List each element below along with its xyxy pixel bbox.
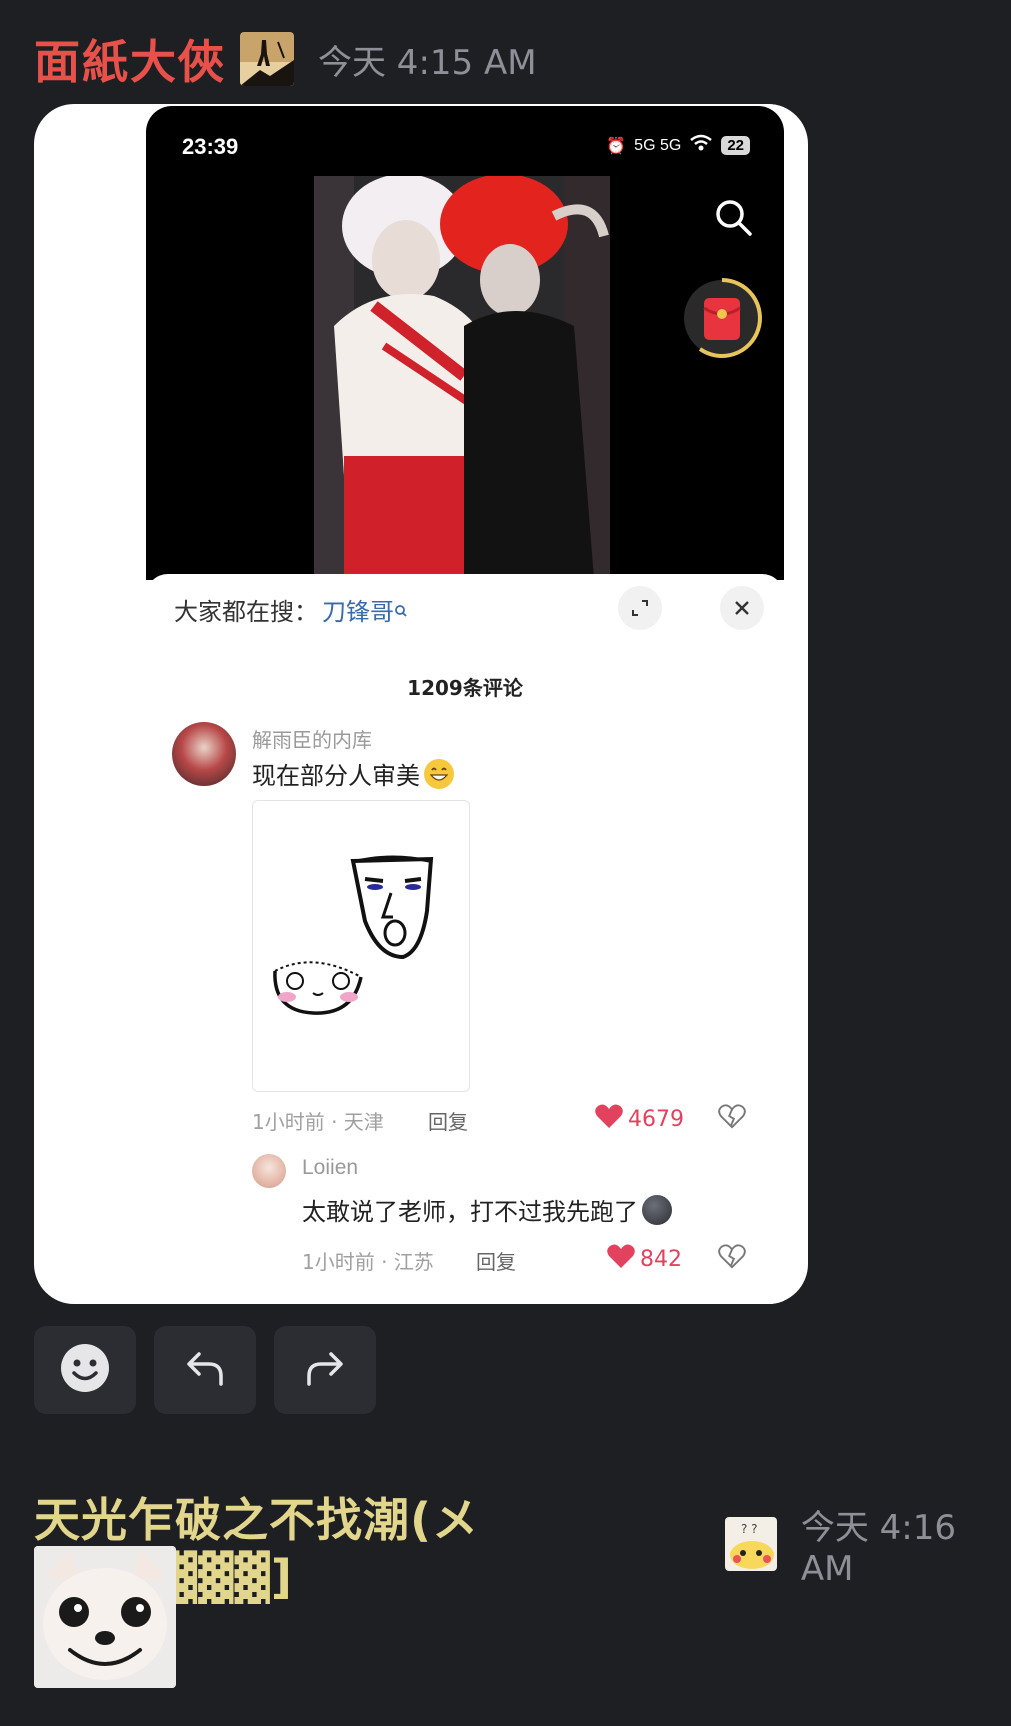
emoji-reaction-icon (59, 1342, 111, 1398)
red-packet-icon[interactable] (680, 276, 764, 360)
comment-image-meme[interactable] (252, 800, 470, 1092)
status-time: 23:39 (182, 134, 239, 159)
hot-search-term[interactable]: 刀锋哥 (322, 592, 394, 627)
hot-search-bar[interactable]: 大家都在搜： 刀锋哥 (174, 592, 408, 627)
svg-text:? ?: ? ? (741, 1522, 758, 1536)
dark-face-emoji-icon (642, 1194, 672, 1225)
alarm-icon: ⏰ (606, 137, 627, 155)
signal-icon: 5G 5G (634, 136, 682, 154)
search-icon[interactable] (712, 196, 756, 240)
like-count: 4679 (628, 1106, 684, 1132)
timestamp: 今天 4:15 AM (318, 42, 537, 83)
message-header-1: 面紙大俠 今天 4:15 AM (34, 26, 537, 92)
comment-panel: 大家都在搜： 刀锋哥 1209条评论 解雨臣的内库 现在部分人审美 1小时前 ·… (146, 574, 784, 1304)
message-header-2: 天光乍破之不找潮(メ3[▓▓▓▓▓] ? ? 今天 4:16 AM (34, 1484, 1011, 1604)
broken-heart-icon[interactable] (718, 1242, 746, 1274)
small-search-icon (394, 596, 408, 624)
comment-text-content: 现在部分人审美 (252, 762, 420, 790)
phone-screenshot: 23:39 ⏰ 5G 5G 22 大家都在搜： 刀锋哥 1209条评论 解雨臣的… (146, 104, 784, 1304)
comment-meta: 1小时前 · 江苏 (302, 1250, 434, 1274)
avatar[interactable] (172, 722, 236, 786)
grin-emoji-icon (424, 758, 454, 789)
forward-icon (303, 1348, 347, 1392)
video-area: 23:39 ⏰ 5G 5G 22 (146, 106, 784, 580)
heart-icon (606, 1242, 636, 1276)
like-button[interactable]: 842 (606, 1242, 682, 1276)
comment-text: 现在部分人审美 (252, 756, 454, 791)
comment-text-content: 太敢说了老师，打不过我先跑了 (302, 1198, 638, 1226)
author-name[interactable]: 面紙大俠 (34, 26, 226, 92)
timestamp: 今天 4:16 AM (800, 1507, 956, 1589)
hot-search-label: 大家都在搜： (174, 598, 318, 626)
battery-icon: 22 (721, 136, 750, 155)
expand-icon[interactable] (618, 586, 662, 630)
reply-link[interactable]: 回复 (476, 1246, 516, 1275)
reply-icon (183, 1348, 227, 1392)
comment-count: 1209条评论 (407, 676, 523, 700)
pikachu-badge-icon[interactable]: ? ? (724, 1517, 777, 1571)
comment-username[interactable]: 解雨臣的内库 (252, 724, 372, 753)
forward-button[interactable] (274, 1326, 376, 1414)
heart-icon (594, 1102, 624, 1136)
chihuahua-sticker[interactable] (34, 1546, 176, 1688)
like-button[interactable]: 4679 (594, 1102, 684, 1136)
status-bar-icons: ⏰ 5G 5G 22 (606, 134, 750, 157)
video-thumbnail (314, 176, 610, 578)
like-count: 842 (640, 1246, 682, 1272)
comment-text: 太敢说了老师，打不过我先跑了 (302, 1192, 672, 1227)
avatar[interactable] (252, 1154, 286, 1188)
comment-username[interactable]: Loiien (302, 1156, 358, 1180)
wifi-icon (689, 134, 713, 157)
reply-link[interactable]: 回复 (428, 1106, 468, 1135)
silhouette-badge-icon[interactable] (240, 32, 294, 86)
screenshot-attachment[interactable]: 23:39 ⏰ 5G 5G 22 大家都在搜： 刀锋哥 1209条评论 解雨臣的… (34, 104, 808, 1304)
reply-button[interactable] (154, 1326, 256, 1414)
comment-meta: 1小时前 · 天津 (252, 1110, 384, 1134)
broken-heart-icon[interactable] (718, 1102, 746, 1134)
add-reaction-button[interactable] (34, 1326, 136, 1414)
message-actions (34, 1326, 376, 1414)
close-icon[interactable] (720, 586, 764, 630)
